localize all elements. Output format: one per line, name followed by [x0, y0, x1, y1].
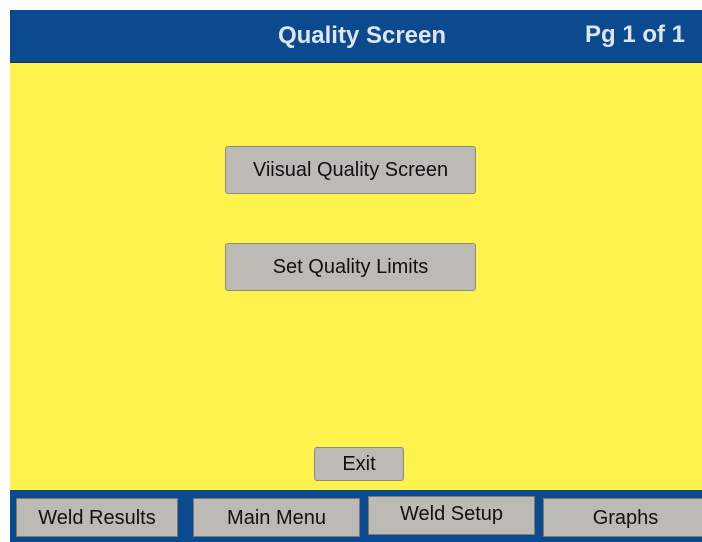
- bottom-nav-bar: Weld Results Main Menu Weld Setup Graphs: [10, 490, 702, 542]
- visual-quality-screen-button[interactable]: Viisual Quality Screen: [225, 146, 476, 194]
- page-indicator: Pg 1 of 1: [585, 21, 686, 48]
- tab-weld-setup[interactable]: Weld Setup: [368, 496, 535, 535]
- set-quality-limits-button[interactable]: Set Quality Limits: [225, 243, 476, 291]
- quality-screen: Quality Screen Pg 1 of 1 Viisual Quality…: [0, 0, 702, 542]
- tab-main-menu[interactable]: Main Menu: [193, 498, 360, 537]
- tab-graphs[interactable]: Graphs: [543, 498, 702, 537]
- header-bar: Quality Screen Pg 1 of 1: [10, 10, 702, 63]
- tab-weld-results[interactable]: Weld Results: [16, 498, 178, 537]
- exit-button[interactable]: Exit: [314, 447, 404, 481]
